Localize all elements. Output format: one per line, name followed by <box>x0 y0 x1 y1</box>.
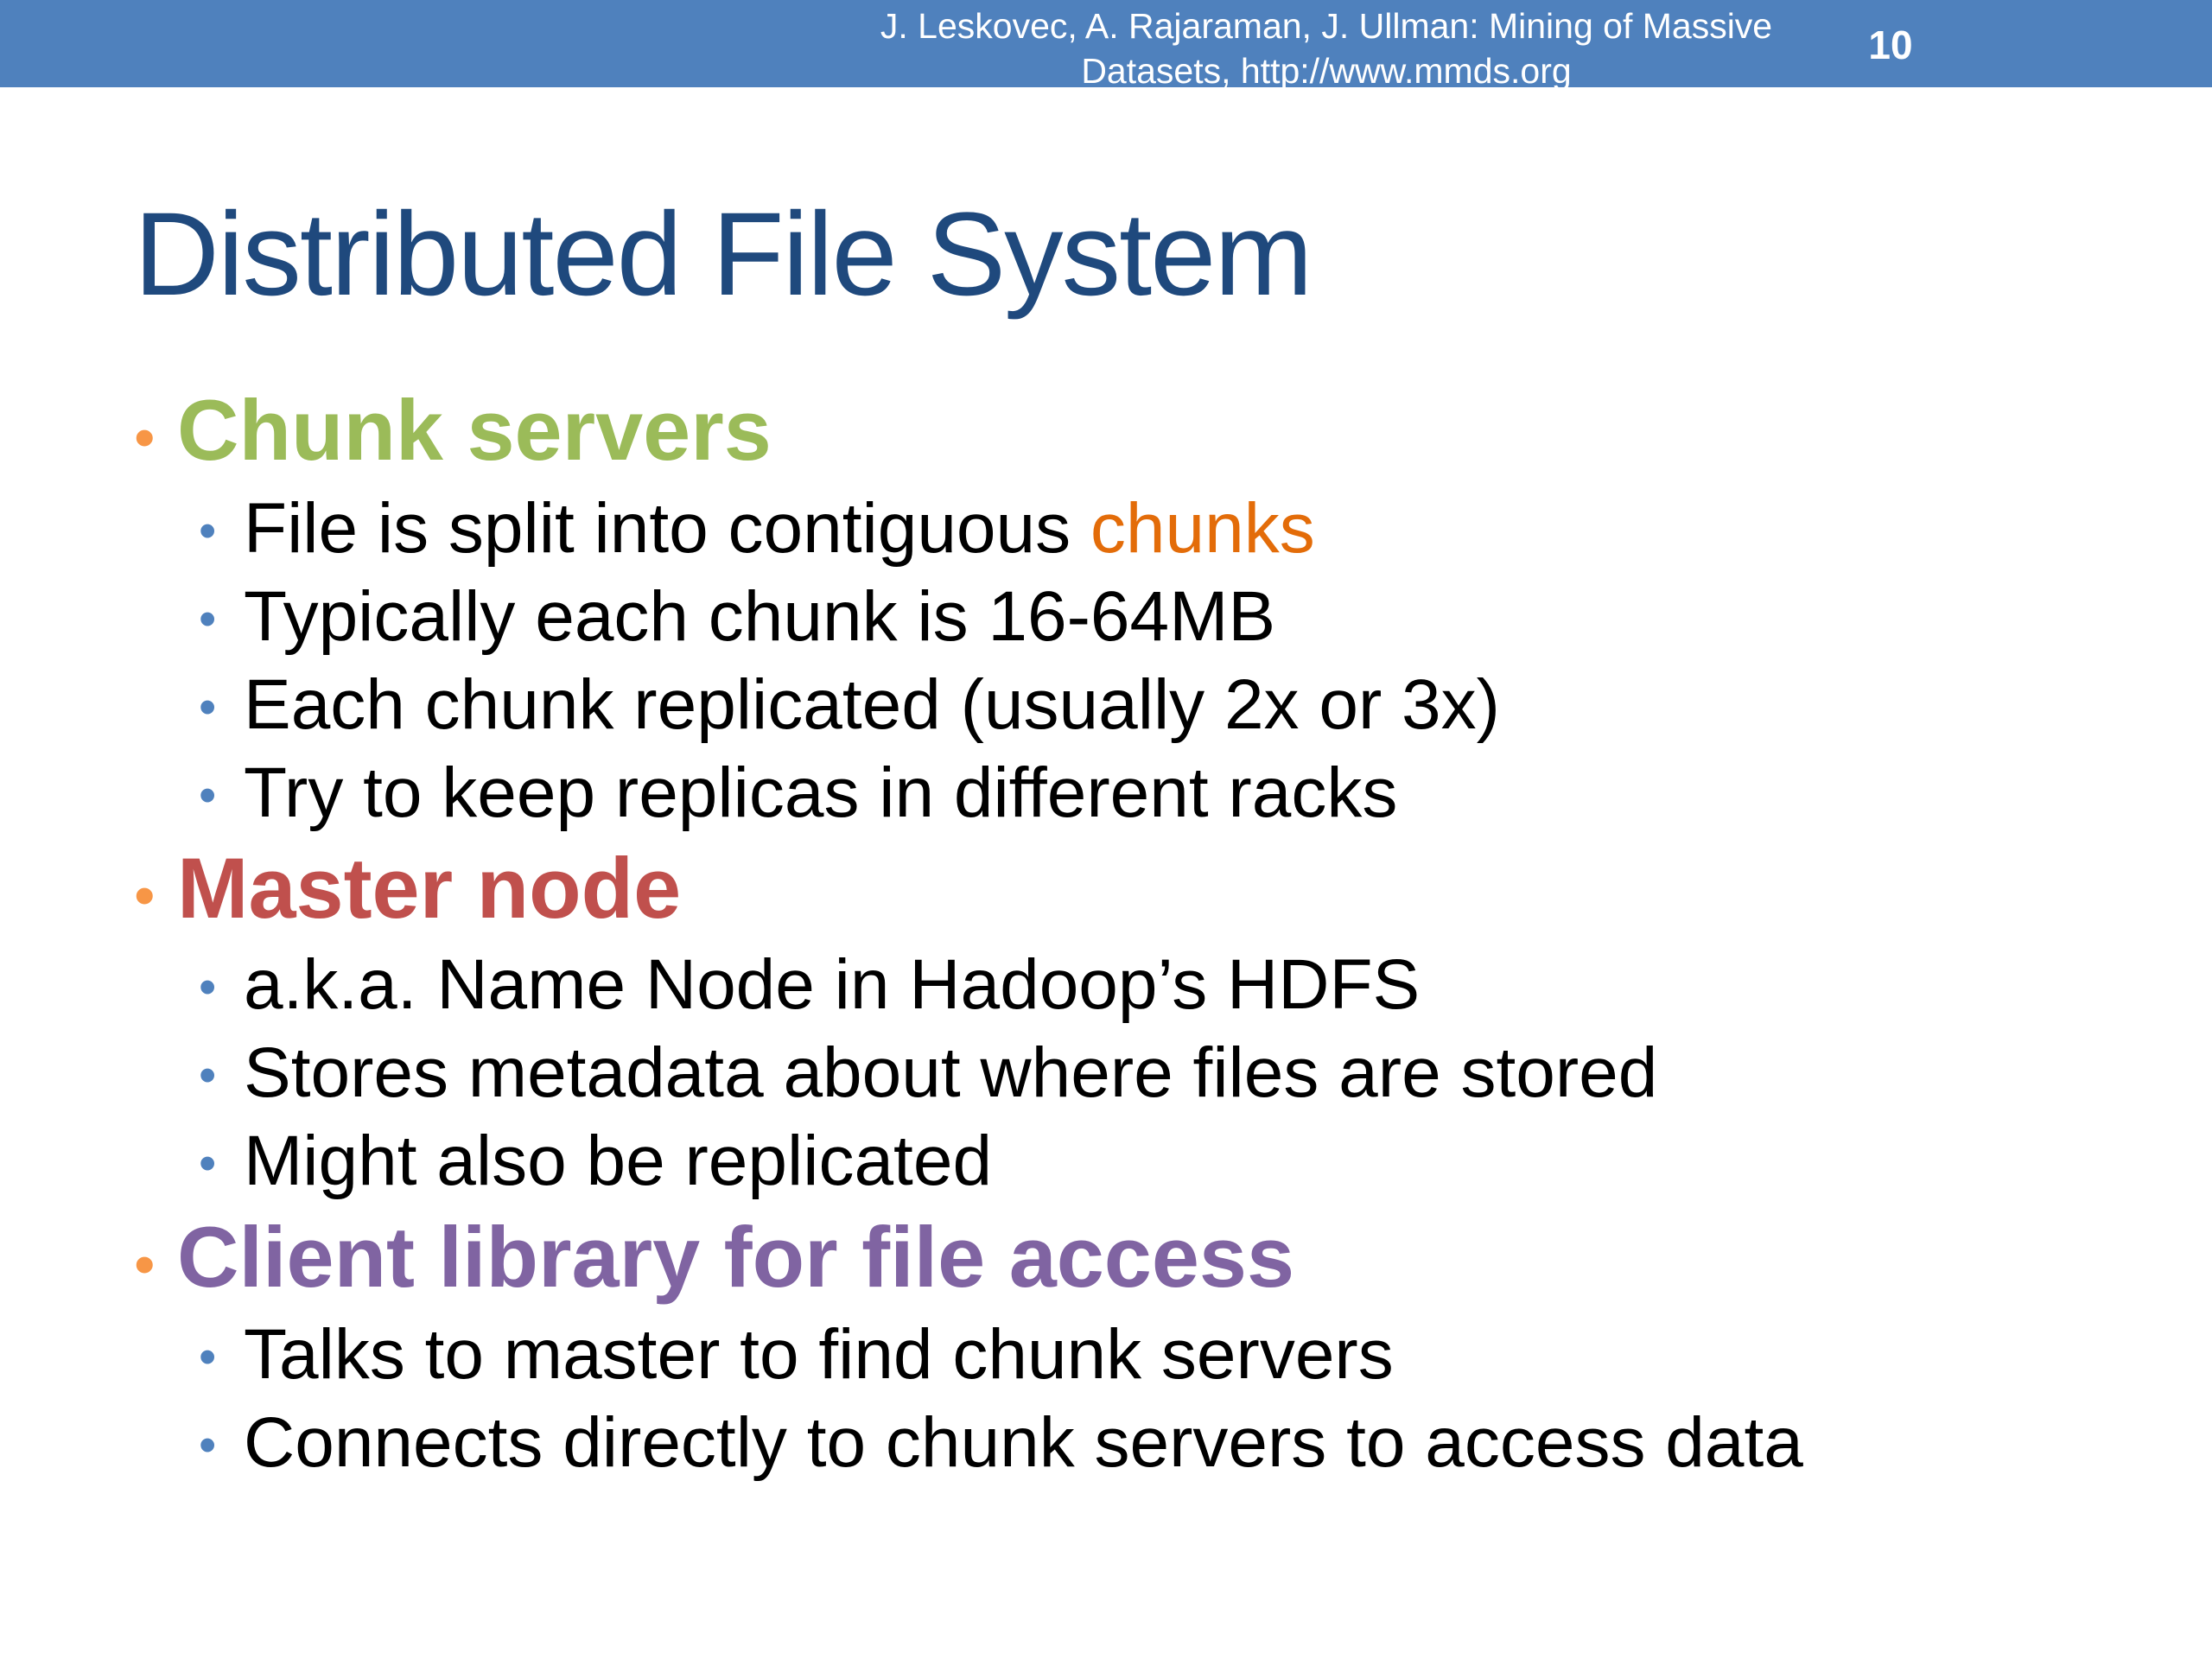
bullet-icon: • <box>199 767 217 823</box>
list-item-text: Might also be replicated <box>244 1122 993 1200</box>
highlight-word: chunks <box>1090 489 1315 568</box>
bullet-icon: • <box>134 861 156 929</box>
bullet-icon: • <box>199 1047 217 1103</box>
citation-line-1: J. Leskovec, A. Rajaraman, J. Ullman: Mi… <box>880 6 1773 46</box>
list-item-text: Talks to master to find chunk servers <box>244 1315 1394 1394</box>
citation-line-2: Datasets, http://www.mmds.org <box>1081 51 1572 91</box>
slide-title: Distributed File System <box>134 188 1313 321</box>
list-item-text: Typically each chunk is 16-64MB <box>244 577 1276 656</box>
list-item-text: File is split into contiguous chunks <box>244 486 1315 572</box>
list-item-text: Connects directly to chunk servers to ac… <box>244 1403 1803 1482</box>
section-heading-text: Client library for file access <box>177 1209 1295 1305</box>
citation: J. Leskovec, A. Rajaraman, J. Ullman: Mi… <box>830 3 1823 93</box>
header-bar: J. Leskovec, A. Rajaraman, J. Ullman: Mi… <box>0 0 2212 91</box>
bullet-icon: • <box>199 1329 217 1385</box>
bullet-icon: • <box>199 591 217 647</box>
page-number: 10 <box>1868 22 1913 67</box>
bullet-icon: • <box>199 959 217 1015</box>
bullet-icon: • <box>134 1230 156 1298</box>
bullet-icon: • <box>134 404 156 471</box>
bullet-icon: • <box>199 503 217 559</box>
section-heading-text: Master node <box>177 840 682 936</box>
bullet-icon: • <box>199 1417 217 1473</box>
list-item-text: Stores metadata about where files are st… <box>244 1033 1658 1112</box>
list-item-text: a.k.a. Name Node in Hadoop’s HDFS <box>244 945 1421 1024</box>
list-item-text: Each chunk replicated (usually 2x or 3x) <box>244 665 1500 744</box>
bullet-icon: • <box>199 679 217 735</box>
list-item-text-main: File is split into contiguous <box>244 489 1090 568</box>
section-heading-text: Chunk servers <box>177 382 772 478</box>
bullet-icon: • <box>199 1135 217 1192</box>
list-item-text: Try to keep replicas in different racks <box>244 753 1398 832</box>
